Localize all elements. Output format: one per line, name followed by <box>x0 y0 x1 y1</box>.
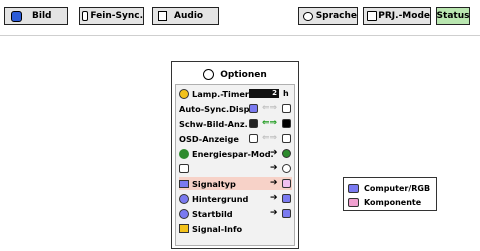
energy-save-icon <box>179 148 189 159</box>
startup-value-icon <box>282 209 291 218</box>
menu-item-hintergrund[interactable]: Hintergrund ➔ <box>179 192 292 205</box>
tab-sprache[interactable]: Sprache <box>298 7 358 25</box>
menu-item-energiespar-mod[interactable]: Energiespar-Mod. ➔ <box>179 147 292 160</box>
cross-icon <box>282 164 291 173</box>
lamp-timer-icon <box>179 88 189 99</box>
arrow-right-icon: ➔ <box>270 163 278 173</box>
speaker-icon <box>158 11 167 21</box>
toggle-arrows-icon: ⇐⇒ <box>262 118 278 128</box>
black-screen-icon <box>249 119 258 128</box>
submenu-item-label: Computer/RGB <box>364 183 431 193</box>
menu-item-label: Auto-Sync.Disp <box>179 103 250 114</box>
menu-item-signaltyp[interactable]: Signaltyp ➔ <box>179 177 292 190</box>
leaf-icon <box>282 149 291 158</box>
menu-item-label: Signal-Info <box>192 223 243 234</box>
lamp-timer-value: 2 <box>249 89 279 98</box>
options-menu: Optionen Lamp.-Timer 2 h Auto-Sync.Disp … <box>171 61 299 249</box>
tab-bild[interactable]: Bild <box>4 7 68 25</box>
menu-item-label: Schw-Bild-Anz. <box>179 118 248 129</box>
arrow-right-icon: ➔ <box>270 193 278 203</box>
submenu-item-label: Komponente <box>364 197 422 207</box>
tab-label: Bild <box>32 11 52 21</box>
tab-label: PRJ.-Mode <box>378 11 430 21</box>
arrow-right-icon: ➔ <box>270 148 278 158</box>
startup-image-icon <box>179 208 189 219</box>
menu-item-label: OSD-Anzeige <box>179 133 239 144</box>
menu-title-text: Optionen <box>220 69 267 80</box>
tab-audio[interactable]: Audio <box>152 7 219 25</box>
toggle-arrows-icon: ⇐⇒ <box>262 103 278 113</box>
menu-title: Optionen <box>176 66 294 83</box>
menu-item-startbild[interactable]: Startbild ➔ <box>179 207 292 220</box>
menu-item-label: Signaltyp <box>192 178 236 189</box>
background-value-icon <box>282 194 291 203</box>
off-state-icon <box>249 104 258 113</box>
picture-icon <box>11 10 22 22</box>
osd-icon <box>249 134 258 143</box>
tab-prj-mode[interactable]: PRJ.-Mode <box>363 7 431 25</box>
menu-item-disabled: ➔ <box>179 162 292 175</box>
arrow-right-icon: ➔ <box>270 178 278 188</box>
tab-status[interactable]: Status <box>436 7 470 25</box>
tab-label: Audio <box>174 11 204 21</box>
speech-bubble-icon <box>303 11 313 21</box>
tab-label: Sprache <box>315 11 357 21</box>
lamp-timer-unit: h <box>283 89 289 98</box>
submenu-item-komponente[interactable]: Komponente <box>348 196 434 208</box>
on-state-icon <box>282 119 291 128</box>
menu-item-signal-info[interactable]: Signal-Info <box>179 222 292 235</box>
arrow-right-icon: ➔ <box>270 208 278 218</box>
options-icon <box>203 69 215 80</box>
tab-label: Fein-Sync. <box>90 11 143 21</box>
menu-item-osd-anzeige[interactable]: OSD-Anzeige ⇐⇒ <box>179 132 292 145</box>
menu-item-label: Startbild <box>192 208 233 219</box>
menu-item-label: Hintergrund <box>192 193 249 204</box>
tab-divider <box>0 35 480 36</box>
signal-type-icon <box>179 179 189 188</box>
menu-item-lamp-timer[interactable]: Lamp.-Timer 2 h <box>179 87 292 100</box>
projector-mode-icon <box>367 11 378 21</box>
menu-item-auto-sync-disp[interactable]: Auto-Sync.Disp ⇐⇒ <box>179 102 292 115</box>
menu-tab-bar: Bild Fein-Sync. Audio Sprache PRJ.-Mode … <box>0 0 480 40</box>
fine-sync-icon <box>82 11 89 21</box>
computer-rgb-icon <box>348 183 359 193</box>
tab-fein-sync[interactable]: Fein-Sync. <box>79 7 144 25</box>
background-icon <box>179 193 189 204</box>
on-state-icon <box>282 134 291 143</box>
signal-icon <box>282 179 291 188</box>
submenu-item-computer-rgb[interactable]: Computer/RGB <box>348 182 434 194</box>
menu-item-schw-bild-anz[interactable]: Schw-Bild-Anz. ⇐⇒ <box>179 117 292 130</box>
tab-label: Status <box>436 11 470 21</box>
signal-type-submenu: Computer/RGB Komponente <box>343 177 437 211</box>
lock-icon <box>179 164 189 173</box>
menu-item-label: Energiespar-Mod. <box>192 148 274 159</box>
menu-body: Lamp.-Timer 2 h Auto-Sync.Disp ⇐⇒ Schw-B… <box>175 84 295 246</box>
toggle-arrows-icon: ⇐⇒ <box>262 133 278 143</box>
signal-info-icon <box>179 224 189 233</box>
component-icon <box>348 197 359 207</box>
on-state-icon <box>282 104 291 113</box>
menu-item-label: Lamp.-Timer <box>192 88 249 99</box>
